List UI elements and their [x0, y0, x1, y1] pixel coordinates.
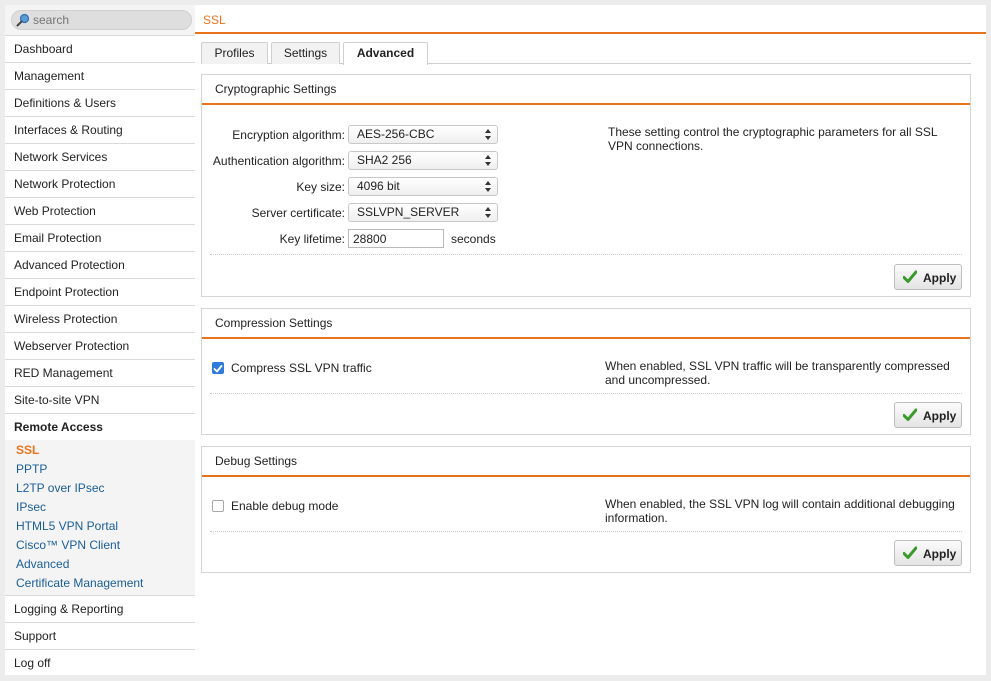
crypto-help-line-2: VPN connections.	[608, 139, 704, 153]
crypto-footer-divider	[210, 254, 962, 255]
compression-help-line-2: and uncompressed.	[605, 373, 711, 387]
key-lifetime-input[interactable]	[348, 229, 444, 248]
checkmark-icon	[903, 546, 917, 559]
debug-mode-label: Enable debug mode	[231, 499, 339, 513]
compression-help-text: When enabled, SSL VPN traffic will be tr…	[605, 359, 965, 387]
remote-access-submenu: SSL PPTP L2TP over IPsec IPsec HTML5 VPN…	[5, 440, 195, 595]
lifetime-label: Key lifetime:	[279, 232, 345, 246]
search-icon	[16, 13, 30, 27]
auth-select[interactable]: SHA2 256	[348, 151, 498, 170]
checkmark-icon	[903, 270, 917, 283]
sidebar-item-logging-reporting[interactable]: Logging & Reporting	[5, 595, 195, 622]
debug-footer-divider	[210, 531, 962, 532]
search-container	[11, 10, 192, 30]
crypto-settings-header: Cryptographic Settings	[202, 75, 970, 105]
auth-label: Authentication algorithm:	[212, 154, 345, 168]
submenu-item-ssl[interactable]: SSL	[5, 441, 195, 460]
select-arrows-icon	[485, 155, 491, 166]
submenu-item-ipsec[interactable]: IPsec	[5, 498, 195, 517]
cert-value: SSLVPN_SERVER	[357, 205, 460, 219]
lifetime-row: Key lifetime:	[202, 229, 345, 249]
sidebar-nav: Dashboard Management Definitions & Users…	[5, 35, 195, 675]
debug-mode-checkbox[interactable]	[212, 500, 224, 512]
encryption-value: AES-256-CBC	[357, 127, 435, 141]
submenu-item-cisco-vpn-client[interactable]: Cisco™ VPN Client	[5, 536, 195, 555]
sidebar-item-management[interactable]: Management	[5, 62, 195, 89]
sidebar-item-dashboard[interactable]: Dashboard	[5, 35, 195, 62]
select-arrows-icon	[485, 207, 491, 218]
select-arrows-icon	[485, 181, 491, 192]
compression-help-line-1: When enabled, SSL VPN traffic will be tr…	[605, 359, 950, 373]
debug-apply-button[interactable]: Apply	[894, 540, 962, 566]
submenu-item-l2tp[interactable]: L2TP over IPsec	[5, 479, 195, 498]
sidebar-item-remote-access[interactable]: Remote Access	[5, 413, 195, 440]
compress-traffic-checkbox[interactable]	[212, 362, 224, 374]
sidebar-item-log-off[interactable]: Log off	[5, 649, 195, 675]
debug-help-line-1: When enabled, the SSL VPN log will conta…	[605, 497, 955, 511]
sidebar-item-endpoint-protection[interactable]: Endpoint Protection	[5, 278, 195, 305]
tab-bar: Profiles Settings Advanced	[201, 42, 971, 65]
sidebar-item-red-management[interactable]: RED Management	[5, 359, 195, 386]
page-header: SSL	[195, 5, 986, 34]
sidebar-item-network-services[interactable]: Network Services	[5, 143, 195, 170]
compression-settings-panel: Compression Settings Compress SSL VPN tr…	[201, 308, 971, 435]
cert-label: Server certificate:	[251, 206, 345, 220]
cert-row: Server certificate:	[202, 203, 345, 223]
sidebar-item-webserver-protection[interactable]: Webserver Protection	[5, 332, 195, 359]
lifetime-unit: seconds	[451, 232, 496, 246]
crypto-help-line-1: These setting control the cryptographic …	[608, 125, 938, 139]
check-icon	[213, 365, 223, 373]
crypto-apply-button[interactable]: Apply	[894, 264, 962, 290]
keysize-value: 4096 bit	[357, 179, 400, 193]
sidebar-item-advanced-protection[interactable]: Advanced Protection	[5, 251, 195, 278]
sidebar-item-web-protection[interactable]: Web Protection	[5, 197, 195, 224]
apply-label: Apply	[923, 409, 957, 423]
auth-value: SHA2 256	[357, 153, 412, 167]
encryption-select[interactable]: AES-256-CBC	[348, 125, 498, 144]
tab-settings[interactable]: Settings	[271, 42, 340, 64]
sidebar-item-network-protection[interactable]: Network Protection	[5, 170, 195, 197]
sidebar-item-site-to-site-vpn[interactable]: Site-to-site VPN	[5, 386, 195, 413]
checkmark-icon	[903, 408, 917, 421]
encryption-row: Encryption algorithm:	[202, 125, 345, 145]
search-input[interactable]	[11, 10, 192, 30]
sidebar-item-support[interactable]: Support	[5, 622, 195, 649]
compression-footer-divider	[210, 393, 962, 394]
submenu-item-html5-vpn-portal[interactable]: HTML5 VPN Portal	[5, 517, 195, 536]
submenu-item-pptp[interactable]: PPTP	[5, 460, 195, 479]
debug-help-text: When enabled, the SSL VPN log will conta…	[605, 497, 965, 525]
keysize-select[interactable]: 4096 bit	[348, 177, 498, 196]
keysize-label: Key size:	[296, 180, 345, 194]
main-content: SSL Profiles Settings Advanced Cryptogra…	[195, 5, 986, 675]
tab-advanced[interactable]: Advanced	[343, 42, 428, 65]
apply-label: Apply	[923, 271, 957, 285]
page-title: SSL	[203, 13, 226, 27]
debug-settings-header: Debug Settings	[202, 447, 970, 477]
crypto-settings-panel: Cryptographic Settings Encryption algori…	[201, 74, 971, 297]
sidebar-item-definitions-users[interactable]: Definitions & Users	[5, 89, 195, 116]
encryption-label: Encryption algorithm:	[232, 128, 345, 142]
submenu-item-advanced[interactable]: Advanced	[5, 555, 195, 574]
submenu-item-certificate-management[interactable]: Certificate Management	[5, 574, 195, 593]
keysize-row: Key size:	[202, 177, 345, 197]
cert-select[interactable]: SSLVPN_SERVER	[348, 203, 498, 222]
select-arrows-icon	[485, 129, 491, 140]
sidebar: Dashboard Management Definitions & Users…	[5, 5, 195, 675]
tab-profiles[interactable]: Profiles	[201, 42, 268, 64]
sidebar-item-interfaces-routing[interactable]: Interfaces & Routing	[5, 116, 195, 143]
auth-row: Authentication algorithm:	[202, 151, 345, 171]
debug-settings-panel: Debug Settings Enable debug mode When en…	[201, 446, 971, 573]
compression-settings-header: Compression Settings	[202, 309, 970, 339]
debug-help-line-2: information.	[605, 511, 668, 525]
apply-label: Apply	[923, 547, 957, 561]
crypto-help-text: These setting control the cryptographic …	[608, 125, 958, 153]
compression-apply-button[interactable]: Apply	[894, 402, 962, 428]
app-window: Dashboard Management Definitions & Users…	[5, 5, 986, 675]
sidebar-item-email-protection[interactable]: Email Protection	[5, 224, 195, 251]
sidebar-item-wireless-protection[interactable]: Wireless Protection	[5, 305, 195, 332]
compress-traffic-label: Compress SSL VPN traffic	[231, 361, 372, 375]
